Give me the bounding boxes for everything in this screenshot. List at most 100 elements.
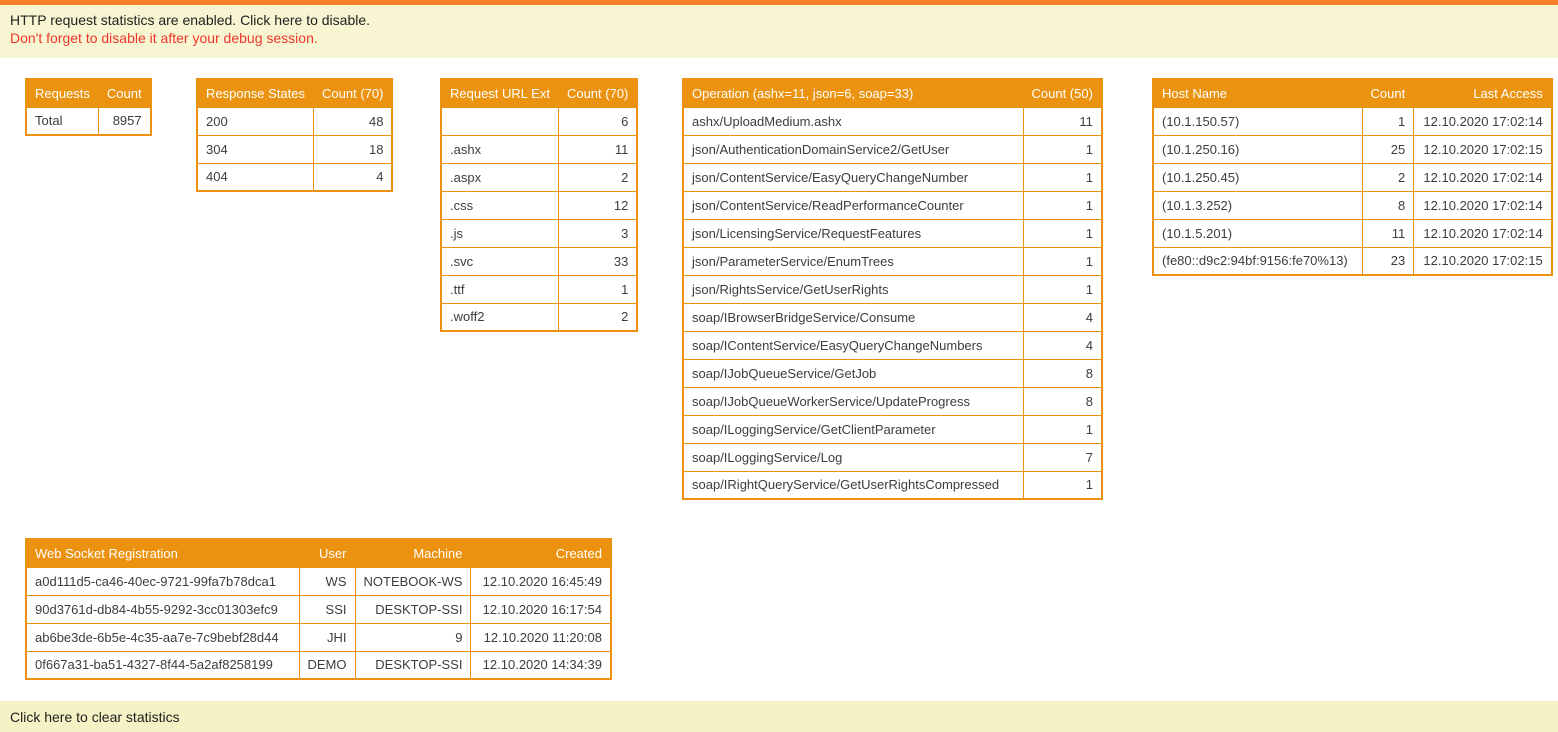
banner-warning-text: Don't forget to disable it after your de… (10, 29, 1548, 47)
table-cell: DESKTOP-SSI (355, 595, 471, 623)
table-cell: a0d111d5-ca46-40ec-9721-99fa7b78dca1 (26, 567, 299, 595)
table-cell: json/AuthenticationDomainService2/GetUse… (683, 135, 1023, 163)
statistics-enabled-banner[interactable]: HTTP request statistics are enabled. Cli… (0, 0, 1558, 58)
table-cell: 18 (314, 135, 393, 163)
table-cell: 2 (558, 303, 637, 331)
table-row: .aspx2 (441, 163, 637, 191)
table-cell: 1 (1023, 275, 1102, 303)
table-row: .woff22 (441, 303, 637, 331)
table-row: .js3 (441, 219, 637, 247)
table-row: json/RightsService/GetUserRights1 (683, 275, 1102, 303)
table-cell: 200 (197, 107, 314, 135)
table-cell: (10.1.250.16) (1153, 135, 1362, 163)
table-cell (441, 107, 558, 135)
table-cell: 12.10.2020 16:45:49 (471, 567, 611, 595)
table-cell: WS (299, 567, 355, 595)
table-row: json/LicensingService/RequestFeatures1 (683, 219, 1102, 247)
table-row: .svc33 (441, 247, 637, 275)
table-row: json/ContentService/ReadPerformanceCount… (683, 191, 1102, 219)
column-header: Count (1362, 79, 1414, 107)
table-cell: json/LicensingService/RequestFeatures (683, 219, 1023, 247)
table-cell: 9 (355, 623, 471, 651)
table-row: soap/ILoggingService/Log7 (683, 443, 1102, 471)
table-cell: 25 (1362, 135, 1414, 163)
table-row: soap/ILoggingService/GetClientParameter1 (683, 415, 1102, 443)
table-row: soap/IRightQueryService/GetUserRightsCom… (683, 471, 1102, 499)
column-header: Host Name (1153, 79, 1362, 107)
table-cell: (10.1.150.57) (1153, 107, 1362, 135)
table-row: json/ParameterService/EnumTrees1 (683, 247, 1102, 275)
table-cell: 12.10.2020 16:17:54 (471, 595, 611, 623)
table-cell: .css (441, 191, 558, 219)
table-cell: json/RightsService/GetUserRights (683, 275, 1023, 303)
header-row: Request URL ExtCount (70) (441, 79, 637, 107)
table-cell: 12 (558, 191, 637, 219)
table-cell: 23 (1362, 247, 1414, 275)
table-row: soap/IContentService/EasyQueryChangeNumb… (683, 331, 1102, 359)
column-header: Web Socket Registration (26, 539, 299, 567)
table-cell: .svc (441, 247, 558, 275)
table-cell: (10.1.3.252) (1153, 191, 1362, 219)
table-row: ab6be3de-6b5e-4c35-aa7e-7c9bebf28d44JHI9… (26, 623, 611, 651)
table-row: .ashx11 (441, 135, 637, 163)
column-header: Count (98, 79, 150, 107)
table-cell: 12.10.2020 17:02:14 (1414, 163, 1552, 191)
table-cell: NOTEBOOK-WS (355, 567, 471, 595)
table-cell: 1 (1023, 471, 1102, 499)
column-header: Last Access (1414, 79, 1552, 107)
table-cell: 12.10.2020 17:02:15 (1414, 135, 1552, 163)
table-cell: 4 (1023, 331, 1102, 359)
table-cell: soap/IJobQueueService/GetJob (683, 359, 1023, 387)
table-row: .css12 (441, 191, 637, 219)
column-header: Count (70) (558, 79, 637, 107)
table-cell: 0f667a31-ba51-4327-8f44-5a2af8258199 (26, 651, 299, 679)
table-cell: 90d3761d-db84-4b55-9292-3cc01303efc9 (26, 595, 299, 623)
table-cell: SSI (299, 595, 355, 623)
table-row: soap/IBrowserBridgeService/Consume4 (683, 303, 1102, 331)
banner-disable-link[interactable]: HTTP request statistics are enabled. Cli… (10, 11, 1548, 29)
header-row: Operation (ashx=11, json=6, soap=33)Coun… (683, 79, 1102, 107)
table-cell: 12.10.2020 17:02:14 (1414, 191, 1552, 219)
table-cell: soap/IJobQueueWorkerService/UpdateProgre… (683, 387, 1023, 415)
clear-statistics-link[interactable]: Click here to clear statistics (10, 709, 180, 725)
column-header: Operation (ashx=11, json=6, soap=33) (683, 79, 1023, 107)
table-cell: 33 (558, 247, 637, 275)
table-cell: (10.1.250.45) (1153, 163, 1362, 191)
table-cell: 48 (314, 107, 393, 135)
table-cell: json/ContentService/ReadPerformanceCount… (683, 191, 1023, 219)
table-row: (fe80::d9c2:94bf:9156:fe70%13)2312.10.20… (1153, 247, 1552, 275)
table-cell: 3 (558, 219, 637, 247)
table-cell: soap/IBrowserBridgeService/Consume (683, 303, 1023, 331)
web-socket-registration-table: Web Socket RegistrationUserMachineCreate… (25, 538, 612, 680)
table-cell: 12.10.2020 14:34:39 (471, 651, 611, 679)
table-cell: .ttf (441, 275, 558, 303)
table-row: 6 (441, 107, 637, 135)
column-header: Created (471, 539, 611, 567)
table-cell: (10.1.5.201) (1153, 219, 1362, 247)
table-cell: 4 (1023, 303, 1102, 331)
table-row: a0d111d5-ca46-40ec-9721-99fa7b78dca1WSNO… (26, 567, 611, 595)
table-row: json/ContentService/EasyQueryChangeNumbe… (683, 163, 1102, 191)
table-cell: 2 (558, 163, 637, 191)
table-cell: json/ParameterService/EnumTrees (683, 247, 1023, 275)
table-cell: soap/ILoggingService/GetClientParameter (683, 415, 1023, 443)
table-cell: 8 (1023, 387, 1102, 415)
table-cell: 1 (1023, 191, 1102, 219)
header-row: RequestsCount (26, 79, 151, 107)
operations-table: Operation (ashx=11, json=6, soap=33)Coun… (682, 78, 1103, 500)
column-header: Count (50) (1023, 79, 1102, 107)
column-header: User (299, 539, 355, 567)
table-cell: soap/IContentService/EasyQueryChangeNumb… (683, 331, 1023, 359)
column-header: Response States (197, 79, 314, 107)
table-cell: 1 (1023, 135, 1102, 163)
table-cell: 11 (558, 135, 637, 163)
table-cell: 7 (1023, 443, 1102, 471)
table-cell: 12.10.2020 11:20:08 (471, 623, 611, 651)
host-name-table: Host NameCountLast Access(10.1.150.57)11… (1152, 78, 1553, 276)
table-cell: 304 (197, 135, 314, 163)
table-row: (10.1.150.57)112.10.2020 17:02:14 (1153, 107, 1552, 135)
header-row: Host NameCountLast Access (1153, 79, 1552, 107)
clear-statistics-bar[interactable]: Click here to clear statistics (0, 701, 1558, 732)
table-cell: ashx/UploadMedium.ashx (683, 107, 1023, 135)
request-url-ext-table: Request URL ExtCount (70)6.ashx11.aspx2.… (440, 78, 638, 332)
